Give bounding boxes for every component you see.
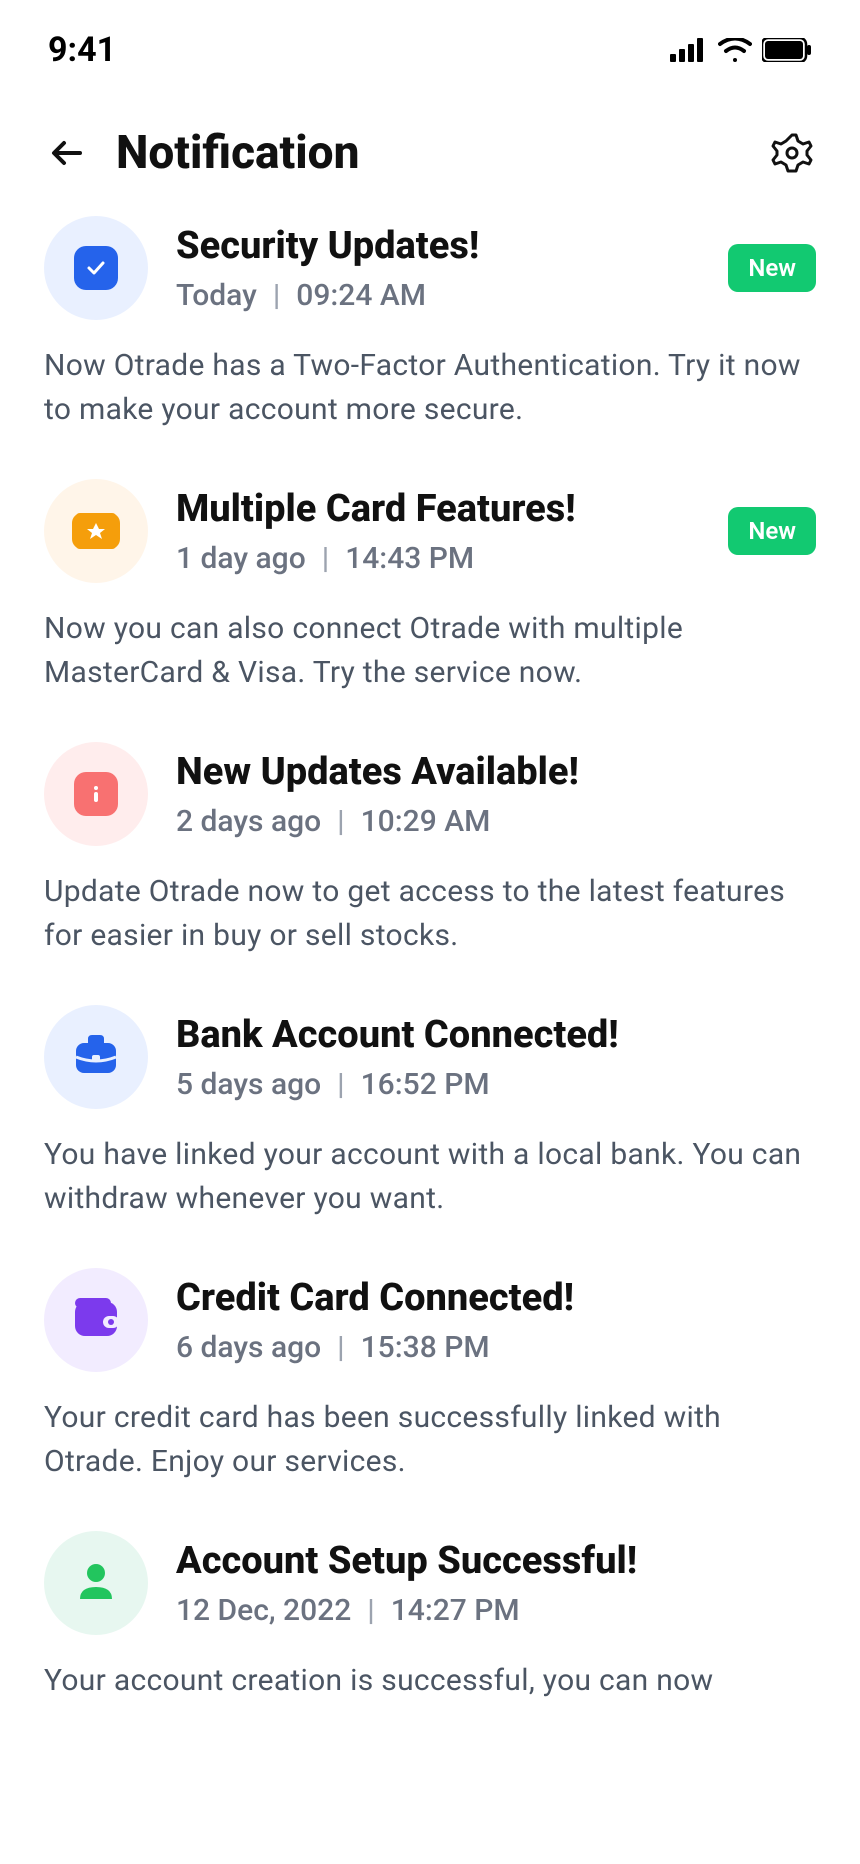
check-icon: [74, 246, 118, 290]
gear-icon: [771, 132, 813, 174]
notification-body: Update Otrade now to get access to the l…: [44, 870, 816, 957]
notification-body: Now Otrade has a Two-Factor Authenticati…: [44, 344, 816, 431]
status-time: 9:41: [48, 30, 116, 70]
notification-body: Your credit card has been successfully l…: [44, 1396, 816, 1483]
notification-title: Account Setup Successful!: [176, 1539, 816, 1583]
notification-item[interactable]: Security Updates! Today | 09:24 AM New N…: [44, 216, 816, 431]
notification-item[interactable]: Credit Card Connected! 6 days ago | 15:3…: [44, 1268, 816, 1483]
notification-body: Now you can also connect Otrade with mul…: [44, 607, 816, 694]
icon-circle: [44, 216, 148, 320]
signal-icon: [670, 38, 708, 62]
notification-meta: 1 day ago | 14:43 PM: [176, 541, 700, 576]
notification-item[interactable]: Bank Account Connected! 5 days ago | 16:…: [44, 1005, 816, 1220]
notification-time: 16:52 PM: [361, 1067, 490, 1102]
notification-meta: 12 Dec, 2022 | 14:27 PM: [176, 1593, 816, 1628]
notifications-list: Security Updates! Today | 09:24 AM New N…: [0, 216, 860, 1703]
notification-title: Security Updates!: [176, 224, 700, 268]
icon-circle: [44, 479, 148, 583]
wallet-icon: [71, 1296, 121, 1344]
notification-date: 12 Dec, 2022: [176, 1593, 351, 1628]
notification-meta: Today | 09:24 AM: [176, 278, 700, 313]
notification-date: 5 days ago: [176, 1067, 321, 1102]
ticket-icon: [72, 513, 120, 549]
notification-meta: 6 days ago | 15:38 PM: [176, 1330, 816, 1365]
notification-date: 1 day ago: [176, 541, 306, 576]
new-badge: New: [728, 507, 816, 555]
notification-time: 09:24 AM: [296, 278, 426, 313]
briefcase-icon: [70, 1031, 122, 1083]
status-icons: [670, 38, 812, 62]
notification-title: Bank Account Connected!: [176, 1013, 816, 1057]
battery-icon: [762, 38, 812, 62]
user-icon: [74, 1559, 118, 1607]
arrow-left-icon: [48, 133, 88, 173]
notification-item[interactable]: Multiple Card Features! 1 day ago | 14:4…: [44, 479, 816, 694]
notification-body: Your account creation is successful, you…: [44, 1659, 816, 1703]
notification-date: 6 days ago: [176, 1330, 321, 1365]
notification-time: 15:38 PM: [361, 1330, 490, 1365]
notification-title: Credit Card Connected!: [176, 1276, 816, 1320]
page-title: Notification: [116, 126, 768, 180]
notification-time: 14:43 PM: [345, 541, 474, 576]
wifi-icon: [718, 38, 752, 62]
settings-button[interactable]: [768, 129, 816, 177]
new-badge: New: [728, 244, 816, 292]
back-button[interactable]: [44, 129, 92, 177]
header: Notification: [0, 90, 860, 216]
notification-time: 14:27 PM: [391, 1593, 520, 1628]
notification-item[interactable]: New Updates Available! 2 days ago | 10:2…: [44, 742, 816, 957]
status-bar: 9:41: [0, 0, 860, 90]
notification-title: New Updates Available!: [176, 750, 816, 794]
notification-time: 10:29 AM: [361, 804, 491, 839]
notification-meta: 2 days ago | 10:29 AM: [176, 804, 816, 839]
notification-meta: 5 days ago | 16:52 PM: [176, 1067, 816, 1102]
notification-item[interactable]: Account Setup Successful! 12 Dec, 2022 |…: [44, 1531, 816, 1703]
notification-body: You have linked your account with a loca…: [44, 1133, 816, 1220]
icon-circle: [44, 742, 148, 846]
icon-circle: [44, 1531, 148, 1635]
notification-date: 2 days ago: [176, 804, 321, 839]
notification-date: Today: [176, 278, 257, 313]
notification-title: Multiple Card Features!: [176, 487, 700, 531]
icon-circle: [44, 1005, 148, 1109]
info-icon: [74, 772, 118, 816]
icon-circle: [44, 1268, 148, 1372]
